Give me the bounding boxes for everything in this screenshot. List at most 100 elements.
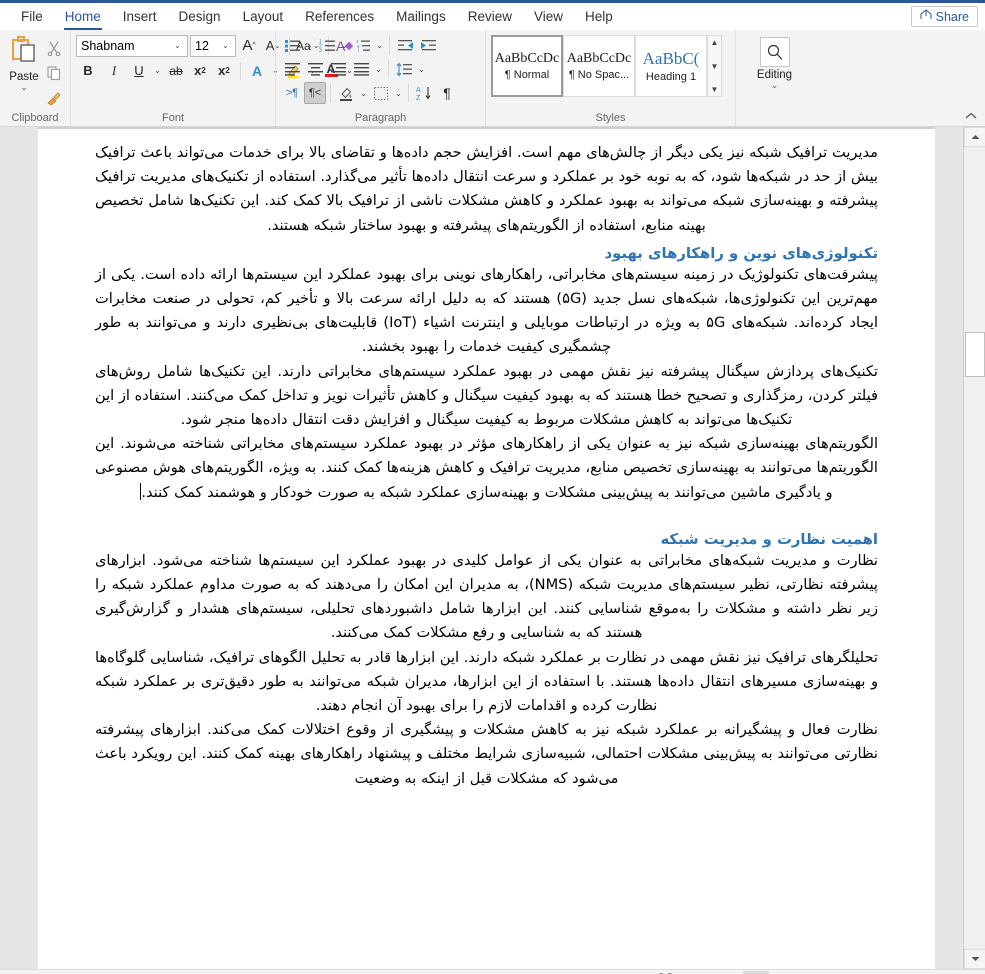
print-layout-button[interactable] (743, 970, 770, 974)
editing-caret-icon[interactable]: ⌄ (771, 81, 779, 90)
scroll-up-button[interactable] (964, 127, 985, 147)
borders-chevron-down-icon[interactable]: ⌄ (393, 89, 404, 98)
heading-monitoring[interactable]: اهمیت نظارت و مدیریت شبکه (95, 531, 878, 548)
align-center-button[interactable] (304, 58, 326, 80)
italic-button[interactable]: I (102, 60, 126, 82)
style-name-no-spacing: ¶ No Spac... (568, 69, 630, 81)
svg-text:A: A (416, 87, 421, 94)
bullets-chevron-down-icon[interactable]: ⌄ (304, 41, 315, 50)
subscript-glyph: x (194, 63, 202, 78)
shading-chevron-down-icon[interactable]: ⌄ (358, 89, 369, 98)
cut-button[interactable] (43, 37, 65, 59)
tab-view[interactable]: View (523, 6, 574, 30)
format-painter-button[interactable] (43, 87, 65, 109)
paragraph-1[interactable]: مدیریت ترافیک شبکه نیز یکی دیگر از چالش‌… (95, 141, 878, 238)
document-page[interactable]: مدیریت ترافیک شبکه نیز یکی دیگر از چالش‌… (38, 127, 935, 969)
scrollbar-thumb[interactable] (965, 332, 985, 377)
tab-home[interactable]: Home (54, 6, 112, 30)
underline-chevron-down-icon[interactable]: ⌄ (152, 66, 163, 75)
tab-layout[interactable]: Layout (232, 6, 295, 30)
document-canvas: مدیریت ترافیک شبکه نیز یکی دیگر از چالش‌… (0, 127, 985, 969)
share-button[interactable]: Share (910, 6, 978, 27)
bold-button[interactable]: B (76, 60, 100, 82)
scroll-down-button[interactable] (964, 949, 985, 969)
tab-help[interactable]: Help (574, 6, 624, 30)
styles-scroll-controls[interactable]: ▲ ▼ ▼ (707, 35, 722, 97)
font-name-combo[interactable]: Shabnam ⌄ (76, 34, 188, 57)
vertical-scrollbar[interactable] (963, 127, 985, 969)
ribbon-group-styles: AaBbCcDc ¶ Normal AaBbCcDc ¶ No Spac... … (485, 30, 735, 126)
styles-scroll-down-icon[interactable]: ▼ (711, 62, 719, 71)
paragraph-6[interactable]: تحلیلگرهای ترافیک نیز نقش مهمی در نظارت … (95, 646, 878, 719)
paste-button[interactable]: Paste ⌄ (5, 33, 43, 92)
paragraph-5[interactable]: نظارت و مدیریت شبکه‌های مخابراتی به عنوا… (95, 549, 878, 646)
web-layout-button[interactable] (769, 971, 795, 974)
font-size-value: 12 (195, 38, 209, 53)
style-normal[interactable]: AaBbCcDc ¶ Normal (491, 35, 563, 97)
copy-button[interactable] (43, 62, 65, 84)
divider (240, 61, 241, 80)
word-count-status[interactable]: 6277 words (89, 971, 166, 974)
sort-button[interactable]: A Z (413, 82, 435, 104)
clipboard-group-label: Clipboard (11, 112, 59, 124)
numbered-list-button[interactable]: 1 2 3 (316, 34, 338, 56)
text-cursor (140, 482, 142, 500)
style-no-spacing[interactable]: AaBbCcDc ¶ No Spac... (563, 35, 635, 97)
shrink-font-glyph: A (265, 38, 275, 53)
heading-technologies[interactable]: تکنولوژی‌های نوین و راهکارهای بهبود (95, 245, 878, 262)
align-right-button[interactable] (327, 58, 349, 80)
strikethrough-button[interactable]: ab (165, 60, 187, 82)
underline-button[interactable]: U (128, 60, 150, 82)
tab-review[interactable]: Review (457, 6, 523, 30)
multilevel-list-button[interactable]: 1 a i (351, 34, 373, 56)
rtl-text-direction-button[interactable]: ¶< (304, 82, 326, 104)
ribbon: Paste ⌄ Clipboard Shabnam ⌄ 12 ⌄ A ^ A ⌄… (0, 30, 985, 127)
line-spacing-chevron-down-icon[interactable]: ⌄ (416, 65, 427, 74)
styles-more-icon[interactable]: ▼ (711, 85, 719, 94)
underline-glyph: U (134, 63, 144, 78)
paragraph-3[interactable]: تکنیک‌های پردازش سیگنال پیشرفته نیز نقش … (95, 360, 878, 433)
font-name-value: Shabnam (81, 38, 135, 53)
paragraph-4[interactable]: الگوریتم‌های بهینه‌سازی شبکه نیز به عنوا… (95, 432, 878, 505)
borders-button[interactable] (370, 82, 392, 104)
collapse-ribbon-icon[interactable] (965, 111, 977, 123)
justify-button[interactable] (350, 58, 372, 80)
tab-insert[interactable]: Insert (112, 6, 168, 30)
divider (388, 60, 389, 78)
increase-indent-button[interactable] (417, 34, 439, 56)
justify-chevron-down-icon[interactable]: ⌄ (373, 65, 384, 74)
paragraph-7[interactable]: نظارت فعال و پیشگیرانه بر عملکرد شبکه نی… (95, 718, 878, 791)
style-heading-1[interactable]: AaBbC( Heading 1 (635, 35, 707, 97)
multilevel-chevron-down-icon[interactable]: ⌄ (374, 41, 385, 50)
superscript-button[interactable]: x2 (213, 60, 235, 82)
focus-mode-button[interactable]: Focus (650, 971, 717, 974)
shading-button[interactable] (335, 82, 357, 104)
status-bar: Page 5 of 17 6277 words Arabic (Saudi Ar… (0, 969, 985, 974)
language-status[interactable]: Arabic (Saudi Arabia) (200, 971, 327, 974)
paste-caret-icon[interactable]: ⌄ (20, 83, 28, 92)
tab-design[interactable]: Design (168, 6, 232, 30)
read-mode-button[interactable] (717, 971, 743, 974)
numbering-chevron-down-icon[interactable]: ⌄ (339, 41, 350, 50)
line-spacing-button[interactable] (393, 58, 415, 80)
grow-font-button[interactable]: A ^ (238, 35, 260, 57)
tab-mailings[interactable]: Mailings (385, 6, 457, 30)
editing-button[interactable]: Editing ⌄ (741, 33, 808, 90)
canvas-left-gutter (0, 127, 38, 969)
text-effects-button[interactable]: A (246, 60, 268, 82)
align-left-button[interactable] (281, 58, 303, 80)
document-body[interactable]: مدیریت ترافیک شبکه نیز یکی دیگر از چالش‌… (38, 141, 935, 791)
tab-file[interactable]: File (10, 6, 54, 30)
decrease-indent-button[interactable] (394, 34, 416, 56)
styles-scroll-up-icon[interactable]: ▲ (711, 38, 719, 47)
bullet-list-button[interactable] (281, 34, 303, 56)
paragraph-2[interactable]: پیشرفت‌های تکنولوژیک در زمینه سیستم‌های … (95, 263, 878, 360)
ltr-text-direction-button[interactable]: >¶ (281, 82, 303, 104)
ribbon-tab-bar: File Home Insert Design Layout Reference… (0, 3, 985, 30)
proofing-icon[interactable] (167, 971, 200, 974)
subscript-button[interactable]: x2 (189, 60, 211, 82)
font-size-combo[interactable]: 12 ⌄ (190, 34, 236, 57)
tab-references[interactable]: References (294, 6, 385, 30)
page-number-status[interactable]: Page 5 of 17 (6, 971, 89, 974)
show-formatting-marks-button[interactable]: show-formatting-marks-icon¶ (436, 82, 458, 104)
